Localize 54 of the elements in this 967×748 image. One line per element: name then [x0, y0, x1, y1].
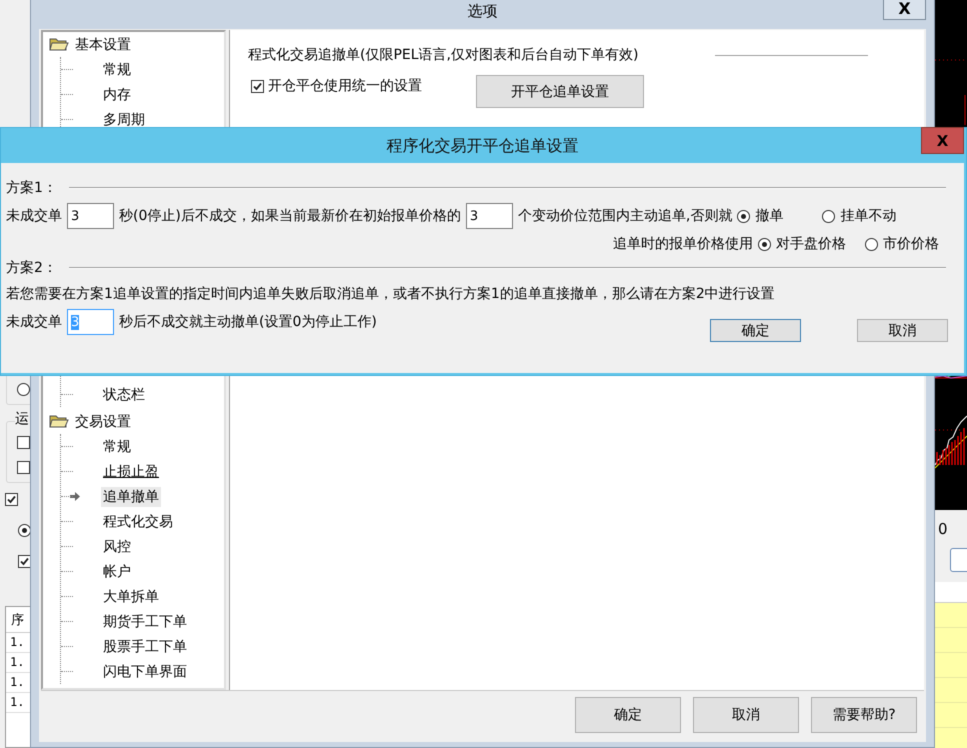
field-label: 未成交单: [6, 207, 62, 225]
tree-item[interactable]: 股票手工下单: [101, 636, 189, 656]
dialog-button[interactable]: 确定: [575, 697, 681, 733]
section-label: 方案1：: [6, 179, 57, 197]
section-label: 方案2：: [6, 259, 57, 277]
checkbox[interactable]: [17, 436, 30, 449]
radio-button[interactable]: 挂单不动: [822, 207, 896, 225]
description-text: 若您需要在方案1追单设置的指定时间内追单失败后取消追单，或者不执行方案1的追单直接撤单，那么请在方案2中进行设置: [6, 285, 776, 303]
tree-item[interactable]: 程式化交易: [101, 512, 175, 532]
table-header: [935, 582, 967, 603]
tree-folder[interactable]: 交易设置: [75, 412, 131, 430]
radio-button[interactable]: [17, 383, 30, 396]
close-button[interactable]: X: [883, 0, 926, 20]
checkmark-icon: [252, 80, 263, 92]
tree-item[interactable]: 大单拆单: [101, 586, 161, 606]
tree-item[interactable]: 风控: [101, 536, 133, 556]
tree-item[interactable]: 期货手工下单: [101, 612, 189, 632]
section-heading: 程式化交易追撤单(仅限PEL语言,仅对图表和后台自动下单有效): [248, 46, 638, 64]
tree-item[interactable]: 内存: [101, 84, 133, 104]
field-label: 秒(0停止)后不成交，如果当前最新价在初始报单价格的: [119, 207, 461, 225]
tree-item[interactable]: 帐户: [101, 562, 133, 582]
tree-item[interactable]: 常规: [101, 60, 133, 80]
tree-item[interactable]: 多周期: [101, 110, 147, 130]
group-label: 运: [15, 410, 31, 428]
window-title: 选项: [468, 2, 498, 21]
field-label: 秒后不成交就主动撤单(设置0为停止工作): [119, 313, 377, 331]
settings-button[interactable]: 开平仓追单设置: [476, 75, 644, 108]
value-text: 0: [938, 520, 949, 538]
tree-item[interactable]: 闪电下单界面: [101, 662, 189, 682]
radio-button[interactable]: 对手盘价格: [758, 235, 846, 253]
dialog-title: 程序化交易开平仓追单设置: [386, 136, 578, 157]
checkbox[interactable]: [18, 555, 31, 568]
number-field[interactable]: 3: [67, 203, 114, 229]
checkbox[interactable]: [5, 493, 18, 506]
tree-item[interactable]: 状态栏: [101, 384, 147, 404]
close-button[interactable]: X: [921, 127, 964, 154]
radio-button[interactable]: 撤单: [737, 207, 784, 225]
tree-item[interactable]: 止损止盈: [101, 462, 161, 482]
radio-button[interactable]: [18, 524, 31, 537]
radio-button[interactable]: 市价价格: [865, 235, 939, 253]
dialog-button[interactable]: 确定: [710, 319, 801, 342]
dialog-button[interactable]: 取消: [857, 319, 948, 342]
tree-folder[interactable]: 基本设置: [75, 36, 131, 54]
dialog-button[interactable]: 取消: [693, 697, 799, 733]
field-label: 个变动价位范围内主动追单,否则就: [518, 207, 732, 225]
checkbox[interactable]: 开仓平仓使用统一的设置: [251, 77, 422, 95]
number-field[interactable]: 3: [466, 203, 513, 229]
field-label: 未成交单: [6, 313, 62, 331]
tree-item[interactable]: 追单撤单: [101, 486, 161, 506]
tree-item[interactable]: 常规: [101, 436, 133, 456]
dialog-button[interactable]: 需要帮助?: [811, 697, 917, 733]
checkbox[interactable]: [17, 461, 30, 474]
field-label: 追单时的报单价格使用: [613, 235, 753, 253]
arrow-icon: [69, 491, 81, 502]
